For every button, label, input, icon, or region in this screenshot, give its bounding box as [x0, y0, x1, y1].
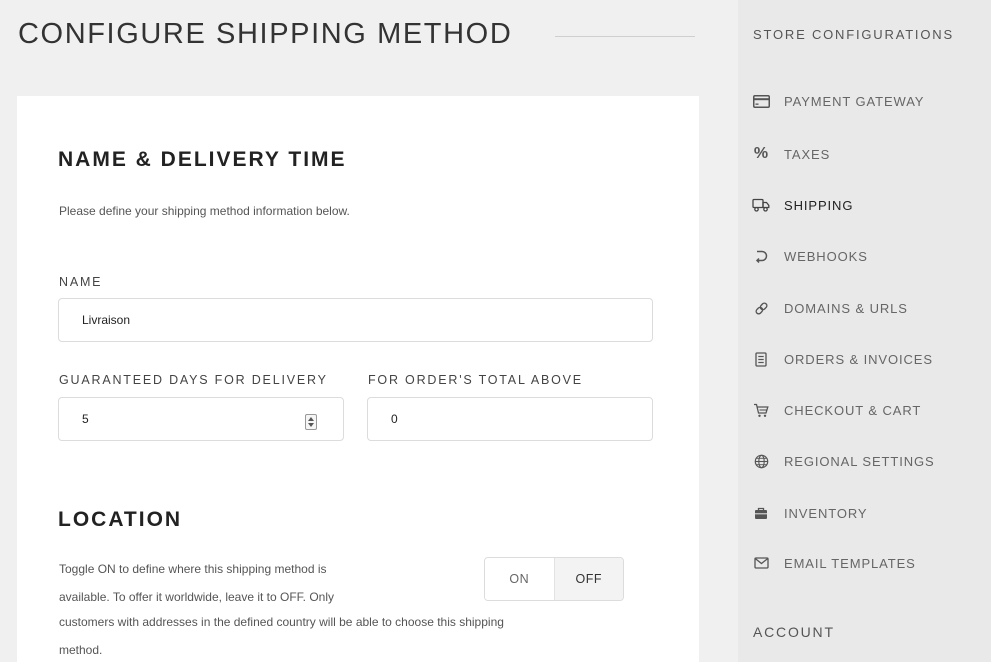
sidebar-item-label: TAXES	[784, 146, 831, 162]
cart-icon	[752, 401, 770, 419]
sidebar-item-payment-gateway[interactable]: PAYMENT GATEWAY	[752, 89, 982, 113]
sidebar-item-taxes[interactable]: % TAXES	[752, 142, 982, 166]
sidebar-item-inventory[interactable]: INVENTORY	[752, 501, 982, 525]
page-title: CONFIGURE SHIPPING METHOD	[18, 18, 513, 50]
name-input[interactable]: Livraison	[58, 298, 653, 342]
sidebar-item-label: DOMAINS & URLS	[784, 300, 908, 316]
sidebar-section-account[interactable]: ACCOUNT	[753, 624, 835, 640]
sidebar-item-label: CHECKOUT & CART	[784, 402, 922, 418]
sidebar-item-label: WEBHOOKS	[784, 248, 868, 264]
envelope-icon	[752, 554, 770, 572]
sidebar-item-label: REGIONAL SETTINGS	[784, 453, 935, 469]
sidebar-item-label: EMAIL TEMPLATES	[784, 555, 916, 571]
guaranteed-days-value: 5	[82, 412, 89, 426]
sidebar-item-shipping[interactable]: SHIPPING	[752, 193, 982, 217]
location-toggle[interactable]: ON OFF	[484, 557, 624, 601]
guaranteed-days-label: GUARANTEED DAYS FOR DELIVERY	[59, 373, 328, 387]
sidebar-item-label: ORDERS & INVOICES	[784, 351, 933, 367]
spinner-down-icon[interactable]	[308, 423, 314, 427]
sidebar: STORE CONFIGURATIONS PAYMENT GATEWAY % T…	[738, 0, 991, 662]
box-icon	[752, 504, 770, 522]
order-total-label: FOR ORDER'S TOTAL ABOVE	[368, 373, 583, 387]
guaranteed-days-input[interactable]: 5	[58, 397, 344, 441]
sidebar-item-regional-settings[interactable]: REGIONAL SETTINGS	[752, 449, 982, 473]
sidebar-item-orders-invoices[interactable]: ORDERS & INVOICES	[752, 347, 982, 371]
globe-icon	[752, 452, 770, 470]
truck-icon	[752, 196, 770, 214]
sidebar-item-webhooks[interactable]: WEBHOOKS	[752, 244, 982, 268]
sidebar-item-label: INVENTORY	[784, 505, 868, 521]
toggle-off-option[interactable]: OFF	[553, 558, 623, 600]
sidebar-section-store-configurations: STORE CONFIGURATIONS	[753, 27, 954, 42]
percent-icon: %	[753, 145, 769, 162]
sidebar-item-label: PAYMENT GATEWAY	[784, 93, 925, 109]
spinner-up-icon[interactable]	[308, 417, 314, 421]
sidebar-item-checkout-cart[interactable]: CHECKOUT & CART	[752, 398, 982, 422]
section-description: Please define your shipping method infor…	[59, 204, 350, 218]
section-heading-location: LOCATION	[58, 508, 183, 531]
receipt-icon	[752, 350, 770, 368]
title-divider	[555, 36, 695, 37]
sidebar-item-label: SHIPPING	[784, 197, 854, 213]
order-total-input[interactable]: 0	[367, 397, 653, 441]
credit-card-icon	[752, 92, 770, 110]
sidebar-item-domains-urls[interactable]: DOMAINS & URLS	[752, 296, 982, 320]
toggle-on-option[interactable]: ON	[485, 558, 554, 600]
sidebar-item-email-templates[interactable]: EMAIL TEMPLATES	[752, 551, 982, 575]
link-icon	[752, 299, 770, 317]
location-description-line-4: method.	[59, 643, 103, 657]
location-description-line-2: available. To offer it worldwide, leave …	[59, 590, 335, 604]
hook-icon	[752, 247, 770, 265]
section-heading-name-delivery: NAME & DELIVERY TIME	[58, 148, 347, 171]
name-label: NAME	[59, 275, 103, 289]
location-description-line-3: customers with addresses in the defined …	[59, 615, 504, 629]
number-spinner[interactable]	[305, 414, 317, 430]
location-description-line-1: Toggle ON to define where this shipping …	[59, 562, 327, 576]
